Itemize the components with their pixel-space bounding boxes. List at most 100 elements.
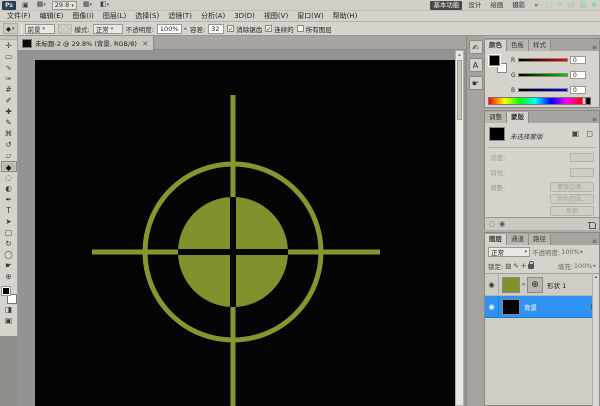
menu-edit[interactable]: 编辑(E) xyxy=(36,11,68,21)
layer-name[interactable]: 背景 xyxy=(524,302,537,312)
overlay-capture-icon-5[interactable]: ✱ xyxy=(590,1,598,10)
blend-mode-select[interactable]: 正常 ▾ xyxy=(488,247,530,257)
arrange-documents-button[interactable]: ▦▾ xyxy=(81,0,94,10)
layer-name[interactable]: 形状 1 xyxy=(547,280,566,290)
menu-window[interactable]: 窗口(W) xyxy=(293,11,327,21)
menu-select[interactable]: 选择(S) xyxy=(131,11,163,21)
menu-3d[interactable]: 3D(D) xyxy=(230,11,259,21)
close-icon[interactable]: × xyxy=(142,39,149,48)
layer-opacity-control[interactable]: 不透明度: 100% ▸ xyxy=(532,247,583,257)
history-panel-button[interactable]: ✍ xyxy=(469,40,483,54)
view-extras-icon[interactable]: ▦▾ xyxy=(35,0,48,10)
scroll-up-icon[interactable]: ▴ xyxy=(456,51,463,59)
workspace-painting-button[interactable]: 绘画 xyxy=(487,1,506,10)
color-spectrum-ramp[interactable] xyxy=(488,97,591,105)
mode-select[interactable]: 正常 ▾ xyxy=(93,24,123,34)
tool-preset-picker[interactable]: ◆ ▾ xyxy=(3,23,18,34)
lock-pixels-icon[interactable]: ✎ xyxy=(513,262,518,270)
menu-analysis[interactable]: 分析(A) xyxy=(197,11,229,21)
3d-rotate-tool[interactable]: ↻ xyxy=(1,238,17,249)
overlay-capture-icon-3[interactable]: ▤ xyxy=(567,1,576,10)
workspace-photography-button[interactable]: 摄影 xyxy=(509,1,528,10)
red-slider[interactable] xyxy=(518,58,568,62)
crop-tool[interactable]: # xyxy=(1,84,17,95)
tab-styles[interactable]: 样式 xyxy=(529,40,551,51)
add-vector-mask-icon[interactable]: ◻ xyxy=(586,129,593,138)
bridge-icon[interactable]: ▣ xyxy=(20,1,31,10)
blue-value-field[interactable]: 0 xyxy=(570,86,586,94)
layer-row-background[interactable]: ◉ 背景 xyxy=(485,296,599,318)
type-tool[interactable]: T xyxy=(1,205,17,216)
tab-color[interactable]: 颜色 xyxy=(485,40,507,51)
menu-image[interactable]: 图像(I) xyxy=(68,11,98,21)
visibility-toggle[interactable]: ◉ xyxy=(485,296,499,317)
workspace-overflow-button[interactable]: » xyxy=(531,1,541,10)
anti-alias-checkbox[interactable]: ✓ 消除锯齿 xyxy=(227,24,262,34)
layer-thumbnail[interactable] xyxy=(502,277,520,293)
contiguous-checkbox[interactable]: ✓ 连续的 xyxy=(265,24,294,34)
clone-stamp-tool[interactable]: ⌘ xyxy=(1,128,17,139)
overlay-capture-icon-2[interactable]: ✕ xyxy=(556,1,564,10)
character-panel-button[interactable]: A xyxy=(469,58,483,72)
all-layers-checkbox[interactable]: 所有图层 xyxy=(297,24,332,34)
blue-slider[interactable] xyxy=(518,88,568,92)
spot-healing-brush-tool[interactable]: ✚ xyxy=(1,106,17,117)
tolerance-field[interactable]: 32 xyxy=(208,24,224,34)
menu-file[interactable]: 文件(F) xyxy=(3,11,35,21)
document-tab[interactable]: 未标题-2 @ 29.8% (背景, RGB/8) × xyxy=(18,36,154,50)
pattern-picker[interactable] xyxy=(58,24,72,34)
quick-selection-tool[interactable]: ✑ xyxy=(1,73,17,84)
tab-swatches[interactable]: 色板 xyxy=(507,40,529,51)
rectangular-marquee-tool[interactable]: ▭ xyxy=(1,51,17,62)
canvas-vertical-scrollbar[interactable]: ▴ xyxy=(455,50,464,406)
workspace-essentials-button[interactable]: 基本功能 xyxy=(430,1,462,10)
opacity-field[interactable]: 100% xyxy=(157,24,182,34)
tab-channels[interactable]: 通道 xyxy=(507,234,529,245)
menu-filter[interactable]: 滤镜(T) xyxy=(164,11,196,21)
blur-tool[interactable]: ◌ xyxy=(1,172,17,183)
path-selection-tool[interactable]: ➤ xyxy=(1,216,17,227)
quick-mask-button[interactable]: ◨ xyxy=(1,304,17,315)
layer-thumbnail[interactable] xyxy=(502,299,520,315)
move-tool[interactable]: ✛ xyxy=(1,40,17,51)
panel-menu-icon[interactable]: ≡ xyxy=(592,116,599,123)
tab-masks[interactable]: 蒙版 xyxy=(507,112,529,123)
vector-mask-thumbnail[interactable]: ⊕ xyxy=(527,277,543,293)
canvas-image[interactable] xyxy=(35,60,456,406)
fill-opacity-control[interactable]: 填充: 100% ▸ xyxy=(558,261,596,271)
layer-row-shape-1[interactable]: ◉ ∞ ⊕ 形状 1 xyxy=(485,274,599,296)
3d-orbit-tool[interactable]: ◯ xyxy=(1,249,17,260)
clone-source-panel-button[interactable]: ☛ xyxy=(469,76,483,90)
dodge-tool[interactable]: ◐ xyxy=(1,183,17,194)
workspace-design-button[interactable]: 设计 xyxy=(465,1,484,10)
visibility-toggle[interactable]: ◉ xyxy=(485,274,499,295)
canvas-window[interactable]: ▴ xyxy=(18,50,466,406)
overlay-capture-icon-1[interactable]: ▢ xyxy=(544,1,553,10)
paint-bucket-tool[interactable]: ◆ xyxy=(1,161,17,172)
red-value-field[interactable]: 0 xyxy=(570,56,586,64)
panel-menu-icon[interactable]: ≡ xyxy=(592,44,599,51)
menu-help[interactable]: 帮助(H) xyxy=(329,11,362,21)
eyedropper-tool[interactable]: ✐ xyxy=(1,95,17,106)
chevron-right-icon[interactable]: ▸ xyxy=(185,26,188,32)
tab-layers[interactable]: 图层 xyxy=(485,234,507,245)
layer-list-scrollbar[interactable]: ▴ xyxy=(592,274,599,406)
zoom-level-field[interactable]: 29.8 ▾ xyxy=(52,1,77,10)
brush-tool[interactable]: ✎ xyxy=(1,117,17,128)
lock-transparency-icon[interactable]: ▨ xyxy=(505,262,511,270)
screen-mode-button[interactable]: ▣ xyxy=(1,315,17,326)
foreground-color-swatch[interactable] xyxy=(489,55,500,66)
lock-all-icon[interactable] xyxy=(528,264,534,269)
scrollbar-thumb[interactable] xyxy=(457,60,462,120)
screen-mode-button[interactable]: ◧▾ xyxy=(98,0,111,10)
tab-paths[interactable]: 路径 xyxy=(529,234,551,245)
pen-tool[interactable]: ✒ xyxy=(1,194,17,205)
lasso-tool[interactable]: ∿ xyxy=(1,62,17,73)
hand-tool[interactable]: ☛ xyxy=(1,260,17,271)
panel-menu-icon[interactable]: ≡ xyxy=(592,238,599,245)
load-selection-from-mask-icon[interactable]: ◌ xyxy=(489,220,495,228)
foreground-color-swatch[interactable] xyxy=(1,286,11,296)
trash-icon[interactable] xyxy=(588,221,595,228)
green-slider[interactable] xyxy=(518,73,568,77)
history-brush-tool[interactable]: ↺ xyxy=(1,139,17,150)
